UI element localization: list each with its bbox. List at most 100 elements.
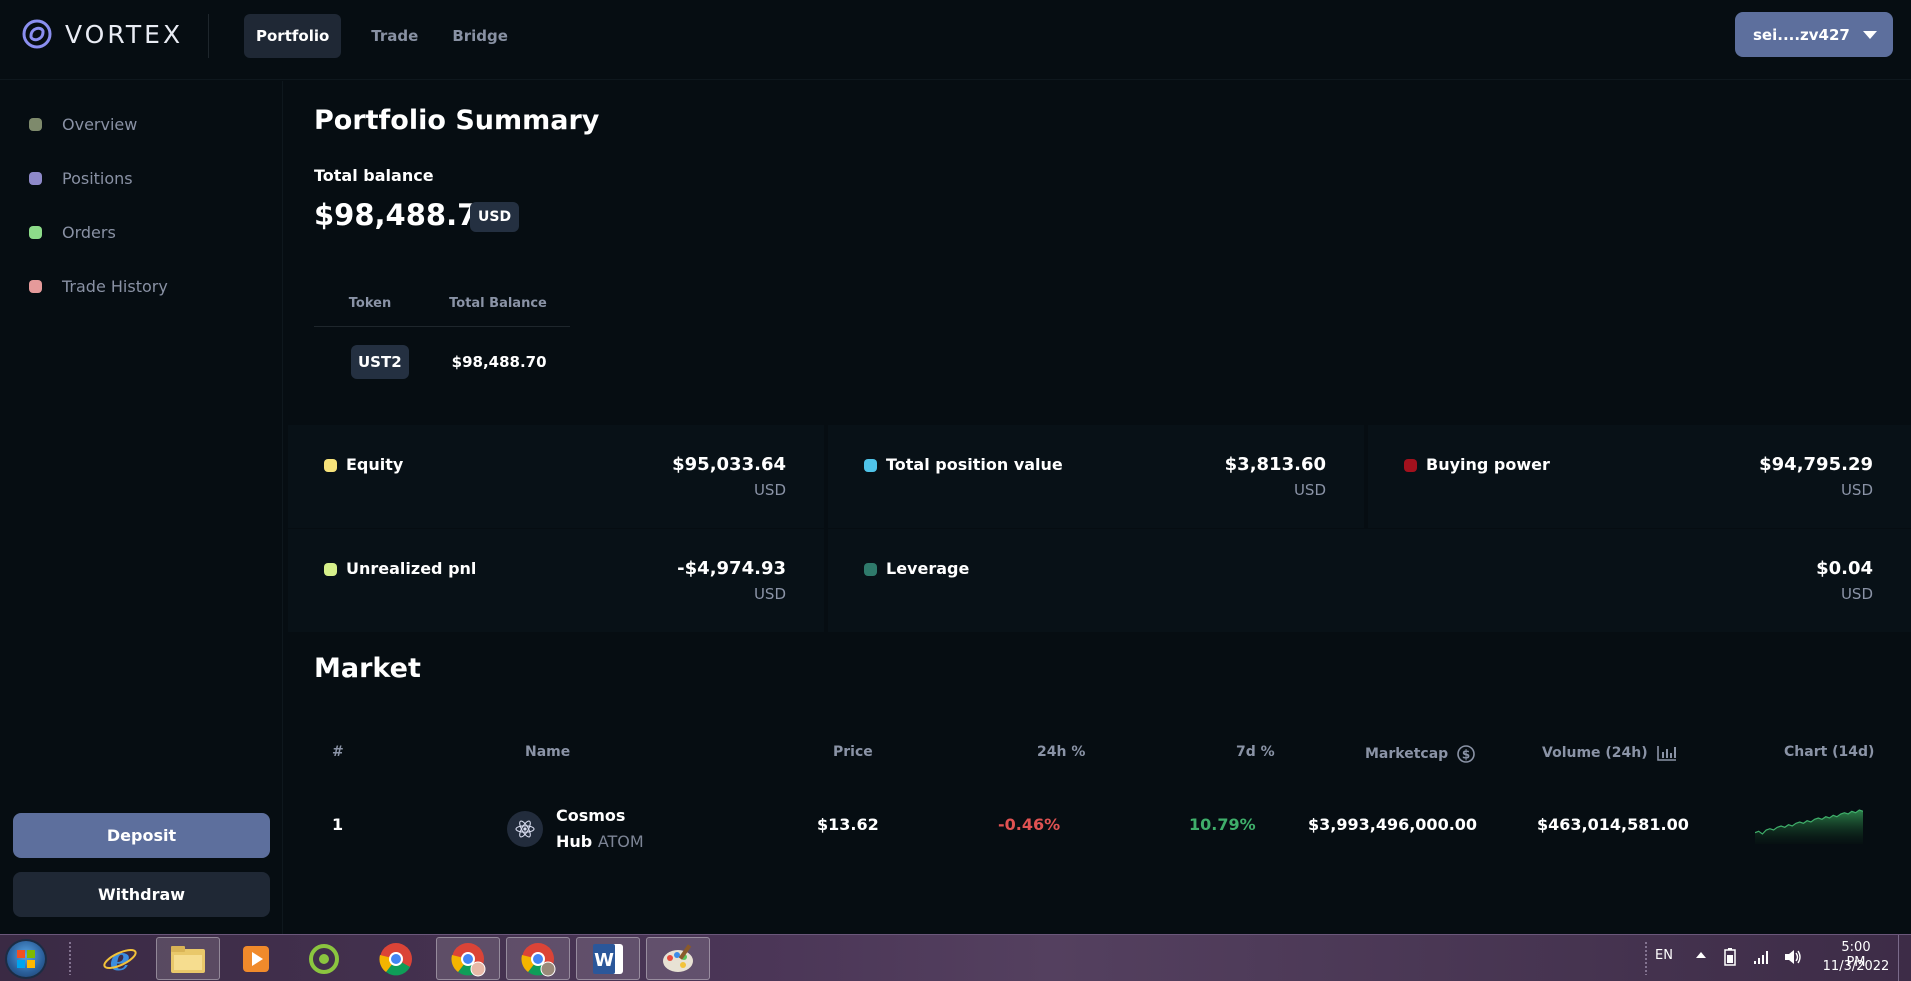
show-desktop-button[interactable] (1898, 935, 1911, 981)
folder-icon (171, 945, 205, 973)
leverage-card: Leverage $0.04 USD (828, 529, 1911, 632)
token-balance: $98,488.70 (451, 353, 547, 371)
metric-label: Buying power (1426, 455, 1550, 474)
name-col-header[interactable]: Name (525, 744, 570, 760)
word-icon: W (593, 943, 623, 974)
sidebar-item-trade-history[interactable]: Trade History (29, 277, 168, 296)
tab-bridge[interactable]: Bridge (440, 14, 520, 58)
volume-col-header[interactable]: Volume (24h) (1542, 744, 1678, 762)
media-player-icon (243, 945, 269, 972)
metric-unit: USD (1840, 585, 1873, 603)
token-col-header: Token (348, 296, 392, 311)
network-signal-icon[interactable] (1753, 949, 1769, 965)
total-position-value-card: Total position value $3,813.60 USD (828, 425, 1364, 528)
file-explorer-taskbar-button[interactable] (156, 937, 220, 980)
page-title: Portfolio Summary (314, 105, 600, 136)
orders-dot-icon (29, 226, 42, 239)
change-7d-col-header[interactable]: 7d % (1236, 744, 1275, 760)
battery-icon[interactable] (1722, 947, 1738, 966)
windows-taskbar: e W EN 5:00 PM 11/3/2022 (0, 934, 1911, 981)
green-app-taskbar-button[interactable] (292, 937, 356, 980)
currency-badge: USD (470, 202, 520, 232)
coin-name-line2-wrap: Hub ATOM (556, 829, 644, 855)
sidebar-item-positions[interactable]: Positions (29, 169, 133, 188)
metric-value: $3,813.60 (1224, 454, 1326, 475)
metric-label: Leverage (886, 559, 970, 578)
battery-glyph-icon (1724, 948, 1736, 966)
price-cell: $13.62 (817, 815, 879, 834)
metric-unit: USD (753, 585, 786, 603)
green-app-icon (309, 943, 339, 974)
price-col-header[interactable]: Price (833, 744, 873, 760)
wallet-button[interactable]: sei....zv427 (1735, 12, 1893, 57)
sidebar-item-label: Positions (62, 169, 133, 188)
sidebar-item-label: Trade History (62, 277, 168, 296)
top-header: VORTEX Portfolio Trade Bridge sei....zv4… (0, 0, 1911, 80)
bar-chart-icon (1656, 746, 1676, 761)
rank-cell: 1 (332, 815, 344, 834)
sparkline-chart (1755, 809, 1863, 844)
sidebar-item-orders[interactable]: Orders (29, 223, 116, 242)
coin-name: Cosmos Hub ATOM (556, 803, 644, 855)
chrome-profile-icon (451, 942, 486, 976)
table-row: UST2 $98,488.70 (314, 327, 570, 397)
metric-value: $94,795.29 (1759, 454, 1873, 475)
overview-dot-icon (29, 118, 42, 131)
leverage-dot-icon (864, 563, 877, 576)
token-table: Token Total Balance UST2 $98,488.70 (314, 281, 570, 397)
internet-explorer-taskbar-button[interactable]: e (88, 937, 152, 980)
metric-label: Total position value (886, 455, 1063, 474)
equity-dot-icon (324, 459, 337, 472)
change-7d-cell: 10.79% (1189, 815, 1256, 834)
paint-icon (663, 943, 693, 972)
sidebar-item-label: Overview (62, 115, 138, 134)
metric-unit: USD (1840, 481, 1873, 499)
vortex-logo-icon (22, 19, 52, 49)
volume-icon[interactable] (1783, 948, 1801, 964)
taskbar-grip (68, 941, 72, 975)
start-button[interactable] (5, 939, 47, 979)
metric-unit: USD (753, 481, 786, 499)
paint-taskbar-button[interactable] (646, 937, 710, 980)
buying-power-card: Buying power $94,795.29 USD (1368, 425, 1911, 528)
svg-text:$: $ (1462, 748, 1470, 762)
show-hidden-icons-arrow-icon[interactable] (1695, 949, 1711, 965)
total-balance-label: Total balance (314, 166, 434, 185)
svg-text:e: e (110, 940, 130, 978)
chrome-icon (379, 942, 412, 975)
main-content: Portfolio Summary Total balance $98,488.… (284, 81, 1911, 934)
app-name: VORTEX (65, 19, 184, 49)
internet-explorer-icon: e (103, 940, 137, 978)
trade-history-dot-icon (29, 280, 42, 293)
metric-unit: USD (1293, 481, 1326, 499)
word-taskbar-button[interactable]: W (576, 937, 640, 980)
clock-date[interactable]: 11/3/2022 (1820, 959, 1892, 974)
main-nav: Portfolio Trade Bridge (244, 14, 520, 58)
chrome-taskbar-button[interactable] (364, 937, 428, 980)
cosmos-atom-icon (507, 811, 543, 847)
vortex-logo[interactable]: VORTEX (21, 18, 183, 50)
token-badge: UST2 (351, 345, 409, 379)
sidebar-item-overview[interactable]: Overview (29, 115, 137, 134)
pnl-dot-icon (324, 563, 337, 576)
balance-col-header: Total Balance (449, 296, 547, 311)
tab-portfolio[interactable]: Portfolio (244, 14, 342, 58)
withdraw-button[interactable]: Withdraw (13, 872, 270, 917)
language-indicator[interactable]: EN (1655, 948, 1673, 963)
change-24h-cell: -0.46% (998, 815, 1061, 834)
market-title: Market (314, 653, 421, 684)
signal-bars-icon (1754, 951, 1768, 964)
rank-col-header: # (332, 744, 344, 760)
chrome-profile-taskbar-button[interactable] (436, 937, 500, 980)
media-player-taskbar-button[interactable] (224, 937, 288, 980)
token-table-header: Token Total Balance (314, 281, 570, 327)
wallet-address: sei....zv427 (1753, 25, 1850, 44)
deposit-button[interactable]: Deposit (13, 813, 270, 858)
chevron-down-icon (1863, 31, 1877, 39)
chrome-profile-2-taskbar-button[interactable] (506, 937, 570, 980)
svg-text:W: W (594, 950, 614, 971)
chrome-profile-2-icon (521, 942, 556, 976)
tab-trade[interactable]: Trade (359, 14, 430, 58)
change-24h-col-header[interactable]: 24h % (1037, 744, 1085, 760)
marketcap-col-header[interactable]: Marketcap $ (1365, 744, 1476, 764)
